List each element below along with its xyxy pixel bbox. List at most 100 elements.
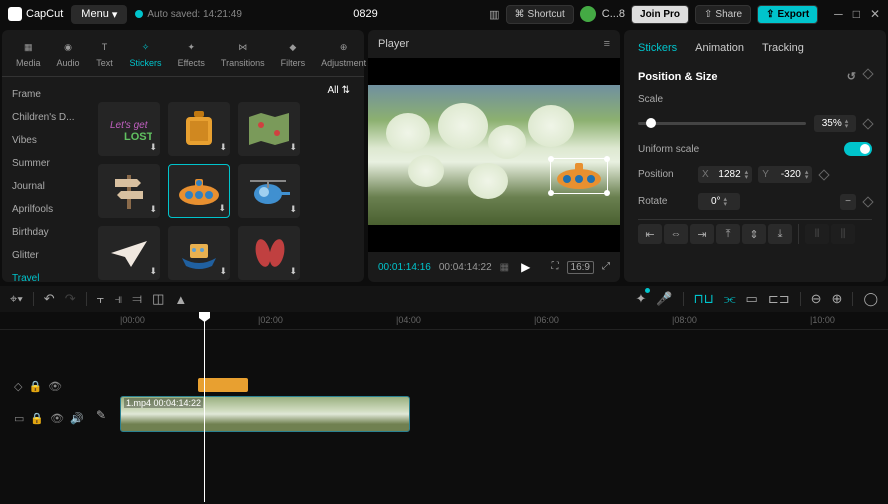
cat-travel[interactable]: Travel	[2, 267, 92, 282]
download-icon[interactable]: ⬇	[218, 203, 226, 214]
crop-icon[interactable]: ◫	[152, 291, 164, 307]
zoom-in-icon[interactable]: ⊕	[832, 291, 843, 307]
scale-icon[interactable]: ⛶	[552, 261, 559, 274]
mirror-icon[interactable]: ▲	[174, 292, 187, 307]
rotate-reset-button[interactable]: −	[840, 194, 856, 210]
redo-icon[interactable]: ↷	[65, 291, 76, 307]
download-icon[interactable]: ⬇	[149, 266, 157, 277]
scale-slider[interactable]	[638, 122, 806, 125]
shortcut-button[interactable]: ⌘ Shortcut	[506, 5, 574, 24]
cat-vibes[interactable]: Vibes	[2, 129, 92, 152]
maximize-icon[interactable]: □	[853, 7, 860, 21]
sticker-paper-plane[interactable]: ⬇	[98, 226, 160, 280]
split-left-icon[interactable]: ⫣	[114, 291, 122, 307]
track2-lock-icon[interactable]: 🔒	[30, 412, 44, 425]
minimize-icon[interactable]: ─	[834, 7, 843, 21]
sticker-map[interactable]: ⬇	[238, 102, 300, 156]
insp-tab-animation[interactable]: Animation	[695, 42, 744, 54]
selected-sticker-overlay[interactable]	[550, 158, 608, 194]
scale-keyframe[interactable]	[862, 118, 873, 129]
position-keyframe[interactable]	[819, 169, 830, 180]
timeline-sticker-clip[interactable]	[198, 378, 248, 392]
cat-birthday[interactable]: Birthday	[2, 221, 92, 244]
download-icon[interactable]: ⬇	[289, 204, 297, 215]
close-icon[interactable]: ✕	[870, 7, 880, 21]
tab-transitions[interactable]: ⋈Transitions	[215, 36, 271, 70]
align-center-h[interactable]: ⇔	[664, 224, 688, 244]
sticker-flipflops[interactable]: ⬇	[238, 226, 300, 280]
mic-icon[interactable]: 🎤	[656, 291, 672, 307]
sticker-signpost[interactable]: ⬇	[98, 164, 160, 218]
tab-adjustment[interactable]: ⊕Adjustment	[315, 36, 372, 70]
tab-audio[interactable]: ◉Audio	[51, 36, 86, 70]
uniform-scale-toggle[interactable]	[844, 142, 872, 156]
position-y-input[interactable]: Y-320▴▾	[758, 166, 812, 183]
split-right-icon[interactable]: ⫤	[132, 291, 142, 307]
project-name[interactable]: 0829	[250, 8, 481, 20]
cat-aprilfools[interactable]: Aprilfools	[2, 198, 92, 221]
time-ruler[interactable]: |00:00 |02:00 |04:00 |06:00 |08:00 |10:0…	[0, 312, 888, 330]
tab-media[interactable]: ▦Media	[10, 36, 47, 70]
align-right[interactable]: ⇥	[690, 224, 714, 244]
tab-text[interactable]: TText	[90, 36, 120, 70]
cat-frame[interactable]: Frame	[2, 83, 92, 106]
selection-tool-icon[interactable]: ⌖▾	[10, 291, 23, 307]
download-icon[interactable]: ⬇	[149, 204, 157, 215]
distribute-h[interactable]: ⫴	[805, 224, 829, 244]
fit-icon[interactable]: ◯	[863, 291, 878, 307]
undo-icon[interactable]: ↶	[44, 291, 55, 307]
player-menu-icon[interactable]: ≡	[604, 38, 610, 50]
insp-tab-tracking[interactable]: Tracking	[762, 42, 804, 54]
align-center-v[interactable]: ⇕	[742, 224, 766, 244]
sticker-submarine[interactable]: ⬇	[168, 164, 230, 218]
timeline[interactable]: |00:00 |02:00 |04:00 |06:00 |08:00 |10:0…	[0, 312, 888, 502]
cat-glitter[interactable]: Glitter	[2, 244, 92, 267]
tab-stickers[interactable]: ✧Stickers	[124, 36, 168, 70]
split-icon[interactable]: ⫟	[97, 291, 105, 307]
insp-tab-stickers[interactable]: Stickers	[638, 42, 677, 54]
magnet-icon[interactable]: ⊓⊔	[694, 291, 714, 307]
track-edit-icon[interactable]: ✎	[96, 408, 106, 422]
rotate-value[interactable]: 0°▴▾	[698, 193, 740, 210]
reset-icon[interactable]: ↺	[847, 70, 856, 83]
preview-icon[interactable]: ▭	[746, 291, 758, 307]
export-button[interactable]: ⇪ Export	[757, 5, 818, 24]
align-bottom[interactable]: ⤓	[768, 224, 792, 244]
position-x-input[interactable]: X1282▴▾	[698, 166, 752, 183]
all-filter[interactable]: All ⇅	[98, 83, 358, 102]
cat-childrens[interactable]: Children's D...	[2, 106, 92, 129]
link-icon[interactable]: ⫘	[724, 291, 736, 307]
track2-mute-icon[interactable]: 👁	[50, 412, 64, 425]
user-avatar[interactable]	[580, 6, 596, 22]
track-eye-icon[interactable]: 👁	[48, 380, 62, 393]
track2-shape-icon[interactable]: ▭	[14, 412, 24, 425]
rotate-keyframe[interactable]	[862, 196, 873, 207]
download-icon[interactable]: ⬇	[219, 142, 227, 153]
track2-audio-icon[interactable]: 🔊	[70, 412, 84, 425]
sticker-lets-get-lost[interactable]: Let's getLOST⬇	[98, 102, 160, 156]
grid-icon[interactable]: ▦	[500, 262, 509, 273]
user-name[interactable]: C...8	[602, 8, 625, 20]
join-pro-button[interactable]: Join Pro	[631, 5, 689, 24]
download-icon[interactable]: ⬇	[289, 266, 297, 277]
player-canvas[interactable]	[368, 58, 620, 252]
align-top[interactable]: ⤒	[716, 224, 740, 244]
keyframe-icon[interactable]	[862, 68, 873, 79]
layout-icon[interactable]: ▥	[489, 8, 499, 21]
aspect-ratio[interactable]: 16:9	[567, 261, 594, 274]
play-button[interactable]: ▶	[521, 260, 530, 274]
cat-journal[interactable]: Journal	[2, 175, 92, 198]
menu-button[interactable]: Menu ▾	[71, 5, 127, 24]
sticker-helicopter[interactable]: ⬇	[238, 164, 300, 218]
fullscreen-icon[interactable]: ⤢	[602, 261, 610, 274]
track-mute-icon[interactable]: 🔒	[28, 380, 42, 393]
zoom-out-icon[interactable]: ⊖	[811, 291, 822, 307]
playhead[interactable]	[204, 312, 205, 502]
share-button[interactable]: ⇧ Share	[695, 5, 751, 24]
video-clip[interactable]: 1.mp4 00:04:14:22	[120, 396, 410, 432]
sticker-ship[interactable]: ⬇	[168, 226, 230, 280]
download-icon[interactable]: ⬇	[219, 266, 227, 277]
tab-filters[interactable]: ◆Filters	[275, 36, 312, 70]
download-icon[interactable]: ⬇	[289, 142, 297, 153]
download-icon[interactable]: ⬇	[149, 142, 157, 153]
